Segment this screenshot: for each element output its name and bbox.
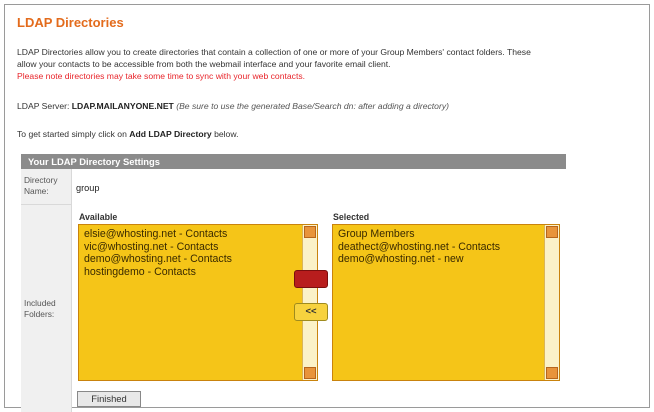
- available-label: Available: [79, 212, 118, 222]
- directory-name-label: Directory Name:: [21, 169, 71, 205]
- add-ldap-directory-text: Add LDAP Directory: [129, 129, 212, 139]
- get-started-line: To get started simply click on Add LDAP …: [17, 129, 238, 139]
- included-label-line1: Included: [24, 298, 56, 308]
- intro-text: LDAP Directories allow you to create dir…: [17, 46, 531, 82]
- label-divider: [71, 169, 72, 412]
- available-items: elsie@whosting.net - Contacts vic@whosti…: [84, 228, 232, 278]
- move-right-button[interactable]: [294, 270, 328, 288]
- list-item[interactable]: demo@whosting.net - Contacts: [84, 253, 232, 266]
- list-item[interactable]: vic@whosting.net - Contacts: [84, 241, 232, 254]
- move-left-button[interactable]: <<: [294, 303, 328, 321]
- list-item[interactable]: deathect@whosting.net - Contacts: [338, 241, 500, 254]
- server-label: LDAP Server:: [17, 101, 70, 111]
- selected-items: Group Members deathect@whosting.net - Co…: [338, 228, 500, 266]
- server-value: LDAP.MAILANYONE.NET: [71, 101, 174, 111]
- server-note: (Be sure to use the generated Base/Searc…: [176, 101, 449, 111]
- list-item[interactable]: elsie@whosting.net - Contacts: [84, 228, 232, 241]
- finished-button[interactable]: Finished: [77, 391, 141, 407]
- selected-scrollbar[interactable]: [544, 225, 559, 380]
- scroll-up-arrow-icon[interactable]: [304, 226, 316, 238]
- start-prefix: To get started simply click on: [17, 129, 127, 139]
- ldap-panel: LDAP Directories LDAP Directories allow …: [4, 4, 650, 412]
- intro-line-1: LDAP Directories allow you to create dir…: [17, 47, 531, 57]
- directory-name-row: Directory Name: group: [21, 169, 566, 205]
- list-item[interactable]: hostingdemo - Contacts: [84, 266, 232, 279]
- selected-list[interactable]: Group Members deathect@whosting.net - Co…: [332, 224, 560, 381]
- included-label-line2: Folders:: [24, 309, 55, 319]
- included-folders-label: Included Folders:: [21, 205, 71, 412]
- selected-label: Selected: [333, 212, 370, 222]
- sync-warning: Please note directories may take some ti…: [17, 71, 306, 81]
- available-list[interactable]: elsie@whosting.net - Contacts vic@whosti…: [78, 224, 318, 381]
- page-title: LDAP Directories: [17, 15, 124, 30]
- ldap-server-line: LDAP Server: LDAP.MAILANYONE.NET (Be sur…: [17, 101, 449, 111]
- intro-line-2: allow your contacts to be accessible fro…: [17, 59, 391, 69]
- settings-header: Your LDAP Directory Settings: [21, 154, 566, 169]
- directory-name-label-line2: Name:: [24, 186, 49, 196]
- scroll-up-arrow-icon[interactable]: [546, 226, 558, 238]
- list-item[interactable]: Group Members: [338, 228, 500, 241]
- start-suffix: below.: [214, 129, 239, 139]
- directory-name-value: group: [76, 183, 100, 193]
- scroll-down-arrow-icon[interactable]: [546, 367, 558, 379]
- directory-name-label-line1: Directory: [24, 175, 58, 185]
- scroll-down-arrow-icon[interactable]: [304, 367, 316, 379]
- list-item[interactable]: demo@whosting.net - new: [338, 253, 500, 266]
